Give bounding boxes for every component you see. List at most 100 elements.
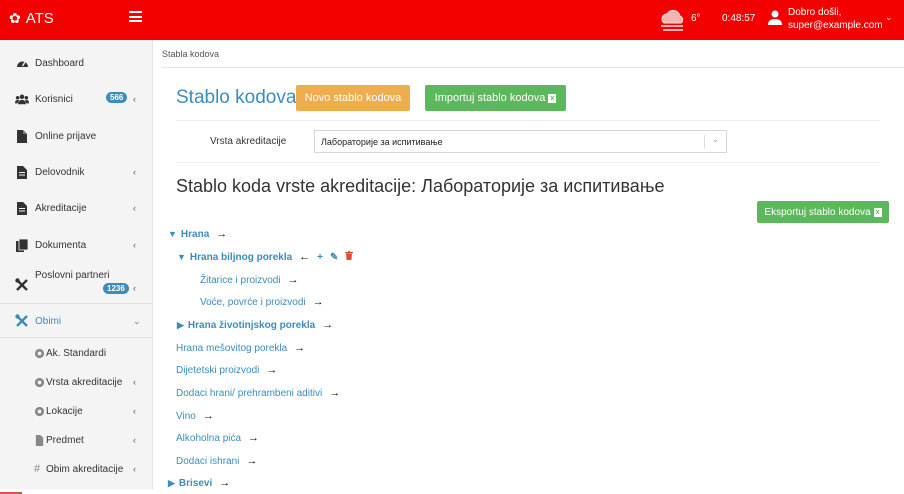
arrow-right-icon[interactable]: → xyxy=(203,410,214,422)
chevron-left-icon: ‹ xyxy=(133,167,136,177)
sidebar-item-dokumenta[interactable]: Dokumenta ‹ xyxy=(0,238,153,252)
chevron-left-icon: ‹ xyxy=(133,283,136,293)
file-icon xyxy=(15,129,29,143)
tree-node[interactable]: Vino → xyxy=(176,410,214,422)
tree-node[interactable]: Alkoholna pića → xyxy=(176,432,259,444)
content-divider xyxy=(162,67,904,68)
select-value: Лабораторије за испитивање xyxy=(321,137,443,147)
tree-node[interactable]: ▼ Hrana biljnog porekla ← + ✎ xyxy=(177,251,354,263)
weather-cloud-icon xyxy=(661,9,684,31)
users-icon xyxy=(15,92,29,106)
tree-node[interactable]: Žitarice i proizvodi → xyxy=(200,274,299,286)
accreditation-type-select[interactable]: Лабораторије за испитивање ⌄ xyxy=(314,130,727,153)
sidebar: Dashboard Korisnici 566 ‹ Online prijave… xyxy=(0,40,153,494)
caret-down-icon[interactable]: ▼ xyxy=(177,252,186,262)
sidebar-next-item xyxy=(0,489,153,494)
sidebar-subitem-obim-akreditacije[interactable]: # Obim akreditacije ‹ xyxy=(0,464,153,476)
arrow-left-icon[interactable]: ← xyxy=(299,251,310,263)
tree-node[interactable]: Dodaci ishrani → xyxy=(176,455,257,467)
files-icon xyxy=(15,238,29,252)
arrow-right-icon[interactable]: → xyxy=(266,364,277,376)
filter-divider xyxy=(176,120,880,121)
arrow-right-icon[interactable]: → xyxy=(313,296,324,308)
arrow-right-icon[interactable]: → xyxy=(329,387,340,399)
user-menu[interactable]: Dobro došli, super@example.com xyxy=(788,6,883,32)
arrow-right-icon[interactable]: → xyxy=(219,477,230,489)
pencil-icon[interactable]: ✎ xyxy=(330,252,338,263)
chevron-left-icon: ‹ xyxy=(133,240,136,250)
tree-node[interactable]: ▶ Brisevi → xyxy=(168,477,230,489)
cog-icon xyxy=(34,406,45,417)
chevron-down-icon: ⌄ xyxy=(712,135,719,144)
user-greeting: Dobro došli, xyxy=(788,7,842,18)
sidebar-item-dashboard[interactable]: Dashboard xyxy=(0,56,153,70)
arrow-right-icon[interactable]: → xyxy=(216,228,227,240)
cog-icon xyxy=(34,348,45,359)
arrow-right-icon[interactable]: → xyxy=(288,274,299,286)
chevron-left-icon: ‹ xyxy=(133,435,136,445)
tree-node[interactable]: Voće, povrće i proizvodi → xyxy=(200,296,324,308)
user-email: super@example.com xyxy=(788,20,883,31)
arrow-right-icon[interactable]: → xyxy=(248,432,259,444)
dashboard-icon xyxy=(15,56,29,70)
sidebar-subitem-predmet[interactable]: Predmet ‹ xyxy=(0,435,153,447)
new-tree-button[interactable]: Novo stablo kodova xyxy=(296,85,410,111)
caret-right-icon[interactable]: ▶ xyxy=(177,320,184,331)
hash-icon: # xyxy=(34,463,41,475)
arrow-right-icon[interactable]: → xyxy=(322,319,333,331)
tree-subtitle: Stablo koda vrste akreditacije: Лаборато… xyxy=(176,176,665,196)
chevron-down-icon: ⌄ xyxy=(133,315,141,326)
chevron-left-icon: ‹ xyxy=(133,203,136,213)
tools-icon xyxy=(15,314,29,328)
caret-down-icon[interactable]: ▼ xyxy=(168,229,177,239)
temperature: 6° xyxy=(691,13,701,24)
arrow-right-icon[interactable]: → xyxy=(246,455,257,467)
sidebar-subitem-lokacije[interactable]: Lokacije ‹ xyxy=(0,406,153,418)
sidebar-item-obimi[interactable]: Obimi ⌄ xyxy=(0,314,153,328)
top-navbar: ✿ ATS 6° 0:48:57 Dobro došli, super@exam… xyxy=(0,0,904,40)
tree-node[interactable]: Hrana mešovitog porekla → xyxy=(176,342,305,354)
arrow-right-icon[interactable]: → xyxy=(294,342,305,354)
tree-node[interactable]: Dijetetski proizvodi → xyxy=(176,364,277,376)
import-tree-button[interactable]: Importuj stablo kodova x xyxy=(425,85,566,111)
chevron-left-icon: ‹ xyxy=(133,377,136,387)
sidebar-item-delovodnik[interactable]: Delovodnik ‹ xyxy=(0,165,153,179)
brand-logo[interactable]: ✿ ATS xyxy=(9,10,54,27)
sidebar-item-online-prijave[interactable]: Online prijave xyxy=(0,129,153,143)
sidebar-divider xyxy=(0,337,153,338)
caret-right-icon[interactable]: ▶ xyxy=(168,478,175,489)
breadcrumb[interactable]: Stabla kodova xyxy=(162,49,219,59)
chevron-left-icon: ‹ xyxy=(133,464,136,474)
trash-icon[interactable] xyxy=(345,251,354,263)
users-count-badge: 566 xyxy=(106,92,128,103)
file-icon xyxy=(35,435,44,446)
cog-icon xyxy=(34,377,45,388)
file-text-icon xyxy=(15,165,29,179)
chevron-down-icon[interactable]: ⌄ xyxy=(885,12,893,23)
tree-node[interactable]: Dodaci hrani/ prehrambeni aditivi → xyxy=(176,387,340,399)
clock: 0:48:57 xyxy=(722,13,756,24)
chevron-left-icon: ‹ xyxy=(133,94,136,104)
partners-count-badge: 1236 xyxy=(103,283,129,294)
export-tree-button[interactable]: Eksportuj stablo kodova x xyxy=(757,201,889,223)
tree-node[interactable]: ▼ Hrana → xyxy=(168,228,227,240)
user-icon[interactable] xyxy=(768,10,782,26)
sidebar-item-korisnici[interactable]: Korisnici 566 ‹ xyxy=(0,92,153,106)
filter-divider xyxy=(176,162,880,163)
tools-icon xyxy=(15,278,29,292)
sidebar-toggle-button[interactable] xyxy=(129,11,142,22)
sidebar-item-akreditacije[interactable]: Akreditacije ‹ xyxy=(0,201,153,215)
chevron-left-icon: ‹ xyxy=(133,406,136,416)
gear-icon: ✿ xyxy=(9,10,21,26)
excel-file-icon: x xyxy=(548,93,557,103)
sidebar-item-poslovni-partneri[interactable]: Poslovni partneri 1236 ‹ xyxy=(0,270,153,300)
plus-icon[interactable]: + xyxy=(317,252,323,263)
brand-name: ATS xyxy=(25,10,54,27)
page-title: Stablo kodova xyxy=(176,87,297,108)
sidebar-subitem-ak-standardi[interactable]: Ak. Standardi xyxy=(0,348,153,360)
excel-file-icon: x xyxy=(873,207,882,217)
file-text-icon xyxy=(15,201,29,215)
tree-node[interactable]: ▶ Hrana životinjskog porekla → xyxy=(177,319,333,331)
filter-label: Vrsta akreditacije xyxy=(210,136,287,147)
sidebar-subitem-vrsta-akreditacije[interactable]: Vrsta akreditacije ‹ xyxy=(0,377,153,389)
